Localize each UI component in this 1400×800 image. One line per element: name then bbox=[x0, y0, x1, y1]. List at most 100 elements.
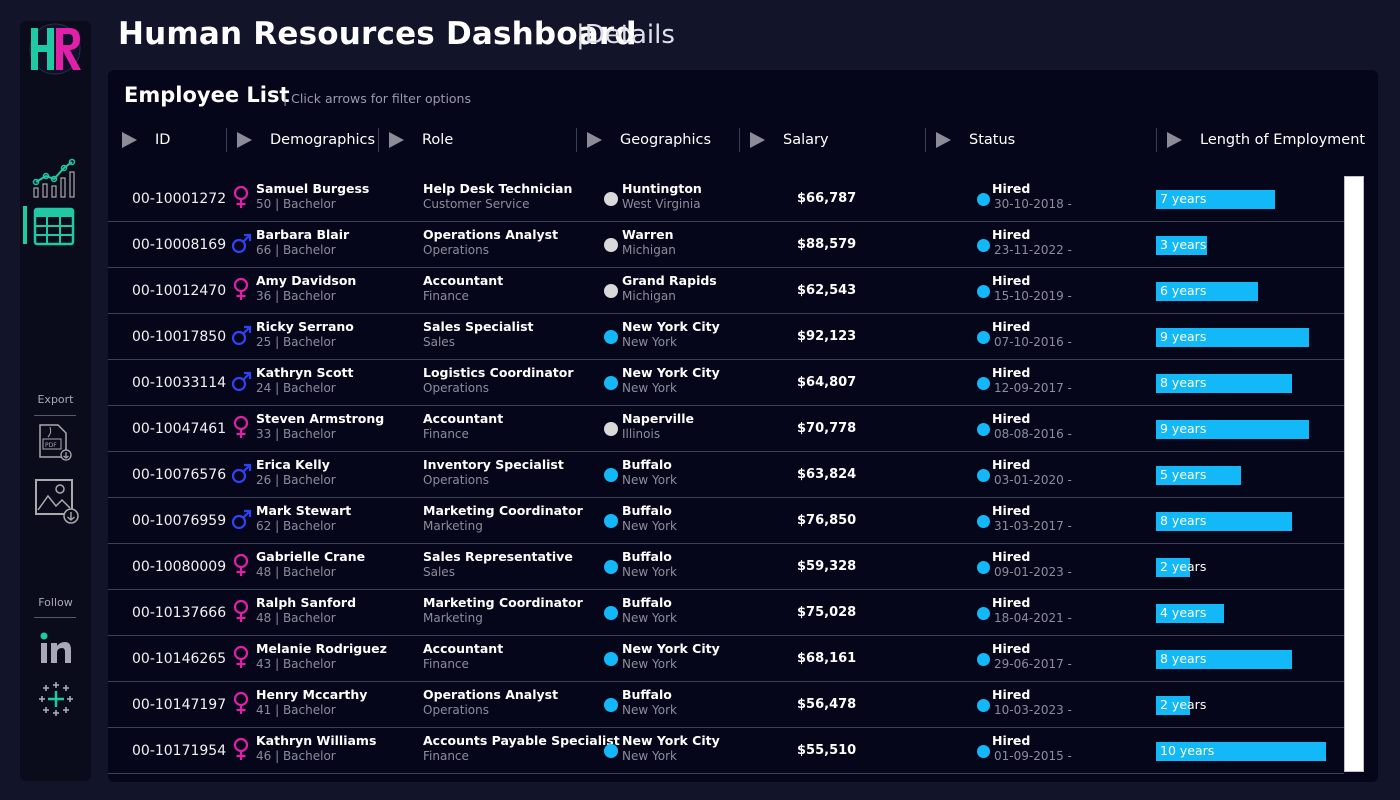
location-dot bbox=[604, 376, 618, 390]
linkedin-icon[interactable] bbox=[39, 631, 73, 665]
employee-state: West Virginia bbox=[622, 197, 701, 211]
employee-role: Operations Analyst bbox=[423, 227, 559, 242]
employee-name: Barbara Blair bbox=[256, 227, 350, 242]
location-dot bbox=[604, 652, 618, 666]
column-header-demographics[interactable]: Demographics bbox=[237, 126, 375, 154]
employee-state: New York bbox=[622, 703, 677, 717]
employee-department: Finance bbox=[423, 657, 469, 671]
scrollbar[interactable] bbox=[1344, 176, 1364, 772]
filter-arrow-icon[interactable] bbox=[1167, 132, 1182, 148]
employee-state: New York bbox=[622, 565, 677, 579]
employee-hire-date: 29-06-2017 - bbox=[994, 657, 1072, 671]
filter-arrow-icon[interactable] bbox=[587, 132, 602, 148]
employment-length-label: 2 years bbox=[1160, 697, 1207, 712]
column-header-salary[interactable]: Salary bbox=[750, 126, 829, 154]
employee-id: 00-10171954 bbox=[132, 743, 227, 759]
employee-department: Finance bbox=[423, 749, 469, 763]
employment-length-label: 8 years bbox=[1160, 375, 1207, 390]
female-icon bbox=[233, 415, 249, 438]
employee-name: Melanie Rodriguez bbox=[256, 641, 387, 656]
column-header-length-of-employment[interactable]: Length of Employment bbox=[1167, 126, 1365, 154]
employee-city: Grand Rapids bbox=[622, 273, 717, 288]
employee-city: New York City bbox=[622, 365, 720, 380]
status-dot bbox=[977, 377, 990, 390]
employee-city: Huntington bbox=[622, 181, 702, 196]
column-divider bbox=[1156, 128, 1157, 152]
employee-name: Ralph Sanford bbox=[256, 595, 357, 610]
employment-length-label: 8 years bbox=[1160, 513, 1207, 528]
employee-salary: $59,328 bbox=[797, 559, 857, 574]
employee-city: Naperville bbox=[622, 411, 694, 426]
employee-role: Logistics Coordinator bbox=[423, 365, 574, 380]
employee-role: Operations Analyst bbox=[423, 687, 559, 702]
employee-id: 00-10137666 bbox=[132, 605, 227, 621]
employee-state: Michigan bbox=[622, 289, 676, 303]
filter-arrow-icon[interactable] bbox=[122, 132, 137, 148]
employee-status: Hired bbox=[992, 733, 1031, 748]
employee-name: Henry Mccarthy bbox=[256, 687, 368, 702]
employment-length-label: 5 years bbox=[1160, 467, 1207, 482]
employee-status: Hired bbox=[992, 595, 1031, 610]
column-header-role[interactable]: Role bbox=[389, 126, 453, 154]
table-row[interactable]: 00-10076576 Erica Kelly 26 | Bachelor Inven… bbox=[108, 452, 1344, 498]
employee-id: 00-10047461 bbox=[132, 421, 227, 437]
pdf-download-icon[interactable]: PDF bbox=[32, 421, 76, 463]
table-row[interactable]: 00-10047461 Steven Armstrong 33 | Bachelor… bbox=[108, 406, 1344, 452]
male-icon bbox=[231, 233, 252, 254]
status-dot bbox=[977, 699, 990, 712]
status-dot bbox=[977, 285, 990, 298]
image-download-icon[interactable] bbox=[32, 476, 80, 526]
filter-arrow-icon[interactable] bbox=[936, 132, 951, 148]
location-dot bbox=[604, 698, 618, 712]
column-header-geographics[interactable]: Geographics bbox=[587, 126, 711, 154]
employee-state: New York bbox=[622, 473, 677, 487]
employee-id: 00-10017850 bbox=[132, 329, 227, 345]
table-row[interactable]: 00-10008169 Barbara Blair 66 | Bachelor Ope… bbox=[108, 222, 1344, 268]
employee-city: New York City bbox=[622, 733, 720, 748]
employee-name: Kathryn Williams bbox=[256, 733, 377, 748]
female-icon bbox=[233, 185, 249, 208]
employee-status: Hired bbox=[992, 365, 1031, 380]
employee-demographics: 48 | Bachelor bbox=[256, 611, 336, 625]
employee-name: Samuel Burgess bbox=[256, 181, 370, 196]
employee-hire-date: 31-03-2017 - bbox=[994, 519, 1072, 533]
employee-demographics: 50 | Bachelor bbox=[256, 197, 336, 211]
employee-name: Kathryn Scott bbox=[256, 365, 354, 380]
status-dot bbox=[977, 193, 990, 206]
table-row[interactable]: 00-10137666 Ralph Sanford 48 | Bachelor Mar… bbox=[108, 590, 1344, 636]
employee-name: Erica Kelly bbox=[256, 457, 330, 472]
filter-arrow-icon[interactable] bbox=[237, 132, 252, 148]
employee-hire-date: 23-11-2022 - bbox=[994, 243, 1072, 257]
employee-salary: $88,579 bbox=[797, 237, 857, 252]
export-divider bbox=[34, 415, 76, 416]
table-row[interactable]: 00-10012470 Amy Davidson 36 | Bachelor Acco… bbox=[108, 268, 1344, 314]
table-row[interactable]: 00-10080009 Gabrielle Crane 48 | Bachelor S… bbox=[108, 544, 1344, 590]
table-row[interactable]: 00-10001272 Samuel Burgess 50 | Bachelor He… bbox=[108, 176, 1344, 222]
employee-role: Accountant bbox=[423, 411, 504, 426]
table-row[interactable]: 00-10146265 Melanie Rodriguez 43 | Bachelo… bbox=[108, 636, 1344, 682]
table-row[interactable]: 00-10017850 Ricky Serrano 25 | Bachelor Sal… bbox=[108, 314, 1344, 360]
employment-length-label: 9 years bbox=[1160, 329, 1207, 344]
table-icon[interactable] bbox=[32, 206, 76, 248]
chart-icon[interactable] bbox=[32, 156, 76, 198]
table-row[interactable]: 00-10147197 Henry Mccarthy 41 | Bachelor Op… bbox=[108, 682, 1344, 728]
employee-city: Warren bbox=[622, 227, 674, 242]
male-icon bbox=[231, 371, 252, 392]
status-dot bbox=[977, 745, 990, 758]
column-divider bbox=[925, 128, 926, 152]
filter-arrow-icon[interactable] bbox=[750, 132, 765, 148]
table-row[interactable]: 00-10033114 Kathryn Scott 24 | Bachelor Log… bbox=[108, 360, 1344, 406]
status-dot bbox=[977, 469, 990, 482]
employee-salary: $63,824 bbox=[797, 467, 857, 482]
employee-demographics: 46 | Bachelor bbox=[256, 749, 336, 763]
location-dot bbox=[604, 238, 618, 252]
tableau-icon[interactable] bbox=[38, 681, 74, 717]
table-row[interactable]: 00-10076959 Mark Stewart 62 | Bachelor Mark… bbox=[108, 498, 1344, 544]
employee-city: Buffalo bbox=[622, 503, 672, 518]
column-header-status[interactable]: Status bbox=[936, 126, 1015, 154]
filter-arrow-icon[interactable] bbox=[389, 132, 404, 148]
employee-state: New York bbox=[622, 657, 677, 671]
table-header: ID Demographics Role Geographics Salary … bbox=[108, 126, 1368, 154]
column-header-id[interactable]: ID bbox=[122, 126, 170, 154]
table-row[interactable]: 00-10171954 Kathryn Williams 46 | Bachelor… bbox=[108, 728, 1344, 774]
